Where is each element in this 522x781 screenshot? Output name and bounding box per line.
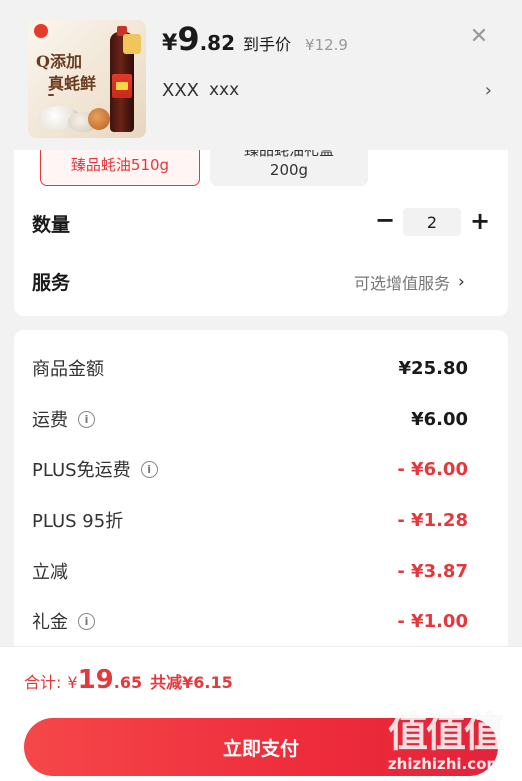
total-decimal: .65	[113, 673, 143, 692]
close-button[interactable]: ✕	[467, 24, 491, 49]
total-savings: 共减¥6.15	[150, 673, 233, 692]
spec-option-selected[interactable]: 臻品蚝油510g	[40, 144, 200, 186]
total-label: 合计:	[24, 673, 62, 692]
fee-value: - ¥3.87	[397, 560, 468, 582]
fee-label: 礼金	[32, 612, 68, 633]
close-icon[interactable]: ✕	[470, 24, 488, 49]
service-label: 服务	[32, 272, 71, 294]
quantity-plus-button[interactable]: +	[469, 208, 491, 234]
fee-row: 立减 - ¥3.87	[32, 556, 468, 586]
total-integer: 19	[77, 665, 114, 695]
variant-secondary: xxx	[209, 80, 240, 100]
info-icon[interactable]: i	[78, 410, 95, 428]
fee-label: 立减	[32, 562, 68, 583]
fee-value: ¥6.00	[411, 408, 468, 430]
product-slogan-1: Q添加	[36, 52, 82, 71]
chevron-right-icon: ›	[484, 79, 492, 101]
fee-row: 礼金 i - ¥1.00	[32, 606, 468, 636]
variant-primary: XXX	[162, 79, 199, 101]
service-value: 可选增值服务	[354, 274, 451, 293]
spec-option-line2: 200g	[269, 161, 309, 179]
fee-value: - ¥1.28	[397, 509, 468, 531]
checkout-bar: 合计: ¥ 19 .65 共减¥6.15 立即支付 值值值 zhizhizhi.…	[0, 646, 522, 781]
variant-selector[interactable]: XXX xxx ›	[162, 78, 502, 102]
award-badge-icon	[123, 34, 141, 54]
fee-value: - ¥6.00	[397, 458, 468, 480]
fee-label: PLUS 95折	[32, 511, 124, 532]
fee-value: - ¥1.00	[397, 610, 468, 632]
bottle-label-icon	[112, 74, 132, 98]
info-icon[interactable]: i	[78, 612, 95, 630]
price-label: 到手价	[243, 35, 292, 54]
quantity-minus-button[interactable]: −	[374, 208, 396, 234]
fee-value: ¥25.80	[398, 357, 468, 379]
onion-icon	[88, 108, 110, 130]
fee-row: PLUS免运费 i - ¥6.00	[32, 454, 468, 484]
original-price: ¥12.9	[305, 36, 348, 54]
product-header: Q添加 真蚝鲜 ¥ 9 .82 到手价 ¥12.9 ✕ XXX xxx ›	[0, 0, 522, 150]
quantity-input[interactable]: 2	[403, 208, 461, 236]
fee-breakdown-card: 商品金额 ¥25.80 运费 i ¥6.00 PLUS免运费 i - ¥6.00…	[14, 330, 508, 660]
info-icon[interactable]: i	[140, 460, 158, 478]
fee-row: 商品金额 ¥25.80	[32, 353, 468, 383]
chevron-right-icon: ›	[458, 272, 465, 292]
pay-now-button[interactable]: 立即支付	[24, 718, 498, 776]
price-decimal: .82	[199, 31, 236, 55]
fee-row: 运费 i ¥6.00	[32, 404, 468, 434]
quantity-label: 数量	[32, 214, 71, 236]
product-slogan-2: 真蚝鲜	[48, 74, 97, 93]
brand-logo-icon	[34, 24, 48, 38]
price-symbol: ¥	[162, 31, 178, 56]
service-selector[interactable]: 可选增值服务 ›	[354, 270, 465, 294]
fee-row: PLUS 95折 - ¥1.28	[32, 505, 468, 535]
fee-label: 运费	[32, 410, 68, 431]
options-card: 臻品蚝油510g 臻品蚝油礼盒 200g 数量 − 2 + 服务 可选增值服务 …	[14, 122, 508, 316]
fee-label: 商品金额	[32, 359, 104, 380]
total-symbol: ¥	[67, 673, 78, 692]
product-image[interactable]: Q添加 真蚝鲜	[28, 20, 146, 138]
fee-label: PLUS免运费	[32, 460, 131, 481]
total-line: 合计: ¥ 19 .65 共减¥6.15	[24, 665, 233, 695]
product-tag	[48, 94, 54, 96]
price-line: ¥ 9 .82 到手价 ¥12.9	[162, 22, 348, 56]
price-integer: 9	[177, 20, 200, 58]
